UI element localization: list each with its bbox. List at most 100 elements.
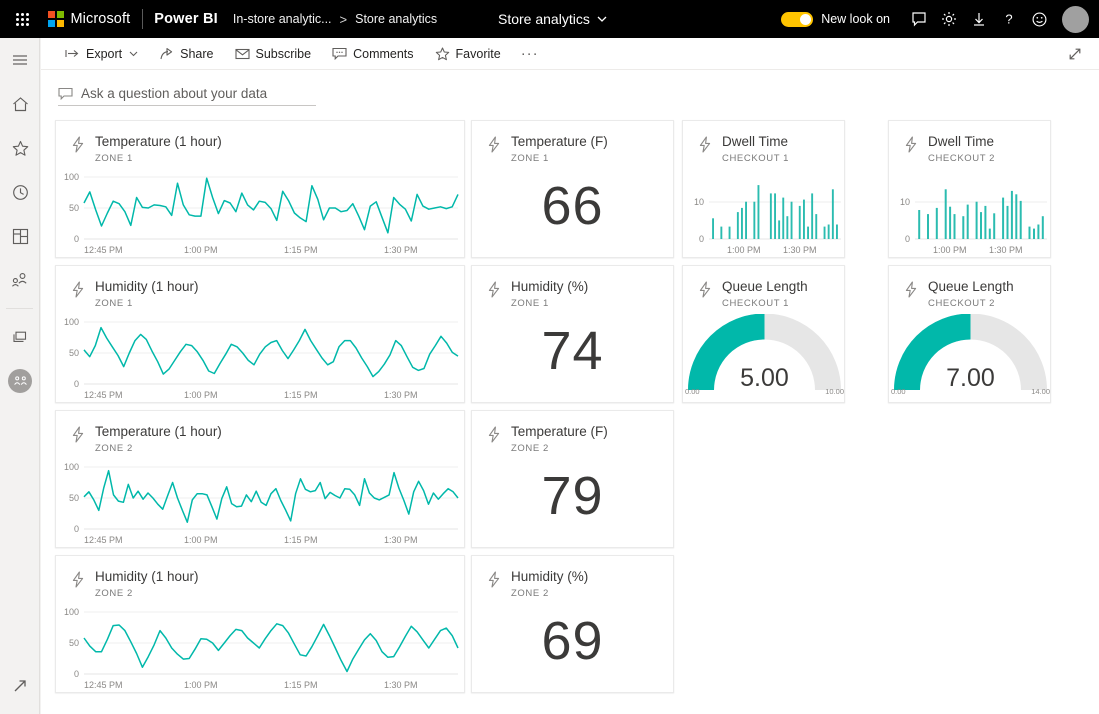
more-options-button[interactable]: ··· (512, 49, 548, 59)
export-label: Export (86, 47, 122, 61)
export-button[interactable]: Export (55, 40, 148, 68)
tile-temperature-1hour-zone2[interactable]: Temperature (1 hour) ZONE 2 100 50 0 (55, 410, 465, 548)
hamburger-icon (11, 51, 29, 69)
svg-text:10: 10 (900, 197, 910, 207)
tile-header: Dwell Time CHECKOUT 1 (683, 121, 844, 164)
tile-humidity-pct-zone1[interactable]: Humidity (%) ZONE 1 74 (471, 265, 674, 403)
tile-header: Temperature (F) ZONE 2 (472, 411, 673, 454)
streaming-bolt-icon (70, 136, 86, 153)
tile-value-area: 79 (472, 459, 673, 547)
feedback-button[interactable] (904, 0, 934, 38)
tile-queue-length-checkout1[interactable]: Queue Length CHECKOUT 1 5.00 0.00 10.00 (682, 265, 845, 403)
fullscreen-button[interactable] (1061, 40, 1089, 68)
microsoft-logo[interactable]: Microsoft (48, 11, 130, 27)
tile-chart-area: 10 0 1:00 PM 1:30 PM (889, 169, 1050, 257)
svg-text:0: 0 (74, 379, 79, 389)
tile-header: Temperature (1 hour) ZONE 1 (56, 121, 464, 164)
command-bar: Export Share Subscribe Comments (41, 38, 1099, 70)
share-button[interactable]: Share (149, 40, 223, 68)
streaming-bolt-icon (486, 136, 502, 153)
card-value: 69 (472, 604, 673, 692)
comments-button[interactable]: Comments (322, 40, 423, 68)
line-chart-temperature-zone2: 100 50 0 12:45 PM 1:00 PM 1:15 PM 1:30 P… (56, 459, 466, 549)
chart-bar (799, 206, 801, 239)
tile-value-area: 74 (472, 314, 673, 402)
chart-x-axis: 12:45 PM 1:00 PM 1:15 PM 1:30 PM (84, 535, 418, 545)
chart-bar (832, 189, 834, 239)
export-icon (65, 47, 80, 60)
svg-text:100: 100 (64, 607, 79, 617)
chart-bar (824, 227, 826, 239)
download-button[interactable] (964, 0, 994, 38)
svg-text:0: 0 (905, 234, 910, 244)
subscribe-button[interactable]: Subscribe (225, 40, 322, 68)
tile-title: Humidity (1 hour) (95, 569, 199, 586)
sidebar-item-favorites[interactable] (0, 126, 40, 170)
tile-temperature-f-zone1[interactable]: Temperature (F) ZONE 1 66 (471, 120, 674, 258)
chart-bar (778, 220, 780, 239)
app-launcher-button[interactable] (0, 0, 44, 38)
tile-chart-area: 100 50 0 12:45 PM 1:00 PM 1:15 PM 1:30 P… (56, 314, 464, 402)
tile-temperature-f-zone2[interactable]: Temperature (F) ZONE 2 79 (471, 410, 674, 548)
tile-title: Dwell Time (928, 134, 995, 151)
tile-title: Queue Length (722, 279, 808, 296)
streaming-bolt-icon (70, 426, 86, 443)
sidebar-item-recent[interactable] (0, 170, 40, 214)
power-bi-home-link[interactable]: Power BI (154, 11, 218, 27)
subscribe-label: Subscribe (256, 47, 312, 61)
breadcrumb-item-workspace[interactable]: In-store analytic... (233, 12, 332, 26)
sidebar-item-apps[interactable] (0, 214, 40, 258)
sidebar-item-collapse-expand[interactable] (0, 664, 40, 708)
streaming-bolt-icon (486, 426, 502, 443)
sidebar-item-workspaces[interactable] (0, 315, 40, 359)
svg-text:0: 0 (699, 234, 704, 244)
qna-input[interactable]: Ask a question about your data (58, 86, 316, 106)
tile-queue-length-checkout2[interactable]: Queue Length CHECKOUT 2 7.00 0.00 14.00 (888, 265, 1051, 403)
sidebar-item-hamburger[interactable] (0, 38, 40, 82)
workspace-avatar-icon (8, 369, 32, 393)
tile-subtitle: ZONE 2 (511, 588, 588, 599)
chart-bar (770, 193, 772, 239)
svg-text:0: 0 (74, 669, 79, 679)
tile-humidity-1hour-zone2[interactable]: Humidity (1 hour) ZONE 2 100 50 0 (55, 555, 465, 693)
toggle-switch[interactable] (781, 12, 813, 27)
breadcrumb-item-dashboard[interactable]: Store analytics (355, 12, 437, 26)
main-content: Export Share Subscribe Comments (41, 38, 1099, 714)
chart-x-axis: 12:45 PM 1:00 PM 1:15 PM 1:30 PM (84, 680, 418, 690)
sidebar-item-shared-with-me[interactable] (0, 258, 40, 302)
help-button[interactable]: ? (994, 0, 1024, 38)
svg-text:100: 100 (64, 172, 79, 182)
smiley-feedback-button[interactable] (1024, 0, 1054, 38)
chart-bar (962, 216, 964, 239)
tile-dwell-time-checkout1[interactable]: Dwell Time CHECKOUT 1 10 0 1:00 PM 1:30 … (682, 120, 845, 258)
gauge-max-label: 10.00 (825, 387, 844, 396)
star-outline-icon (435, 47, 450, 61)
tile-dwell-time-checkout2[interactable]: Dwell Time CHECKOUT 2 10 0 1:00 PM 1:30 … (888, 120, 1051, 258)
clock-icon (11, 183, 30, 202)
apps-grid-icon (11, 227, 30, 246)
chart-bar (1011, 191, 1013, 239)
tile-subtitle: ZONE 2 (95, 443, 222, 454)
dashboard-canvas: Temperature (1 hour) ZONE 1 100 50 0 (41, 116, 1099, 706)
user-avatar[interactable] (1062, 6, 1089, 33)
gauge-queue-checkout2: 7.00 0.00 14.00 (889, 314, 1052, 404)
chart-bar (1029, 227, 1031, 239)
tile-humidity-1hour-zone1[interactable]: Humidity (1 hour) ZONE 1 100 50 0 (55, 265, 465, 403)
tile-humidity-pct-zone2[interactable]: Humidity (%) ZONE 2 69 (471, 555, 674, 693)
dashboard-title-dropdown[interactable]: Store analytics (498, 0, 607, 38)
chart-bar (993, 213, 995, 239)
card-value: 79 (472, 459, 673, 547)
chart-bar (782, 198, 784, 239)
tile-title: Humidity (%) (511, 279, 588, 296)
sidebar-item-current-workspace[interactable] (0, 359, 40, 403)
new-look-toggle[interactable]: New look on (781, 12, 890, 27)
tile-subtitle: ZONE 2 (511, 443, 608, 454)
tile-header: Queue Length CHECKOUT 1 (683, 266, 844, 309)
settings-button[interactable] (934, 0, 964, 38)
streaming-bolt-icon (697, 281, 713, 298)
favorite-button[interactable]: Favorite (425, 40, 511, 68)
chart-bar (774, 193, 776, 239)
tile-temperature-1hour-zone1[interactable]: Temperature (1 hour) ZONE 1 100 50 0 (55, 120, 465, 258)
sidebar-item-home[interactable] (0, 82, 40, 126)
svg-text:12:45 PM: 12:45 PM (84, 245, 123, 255)
